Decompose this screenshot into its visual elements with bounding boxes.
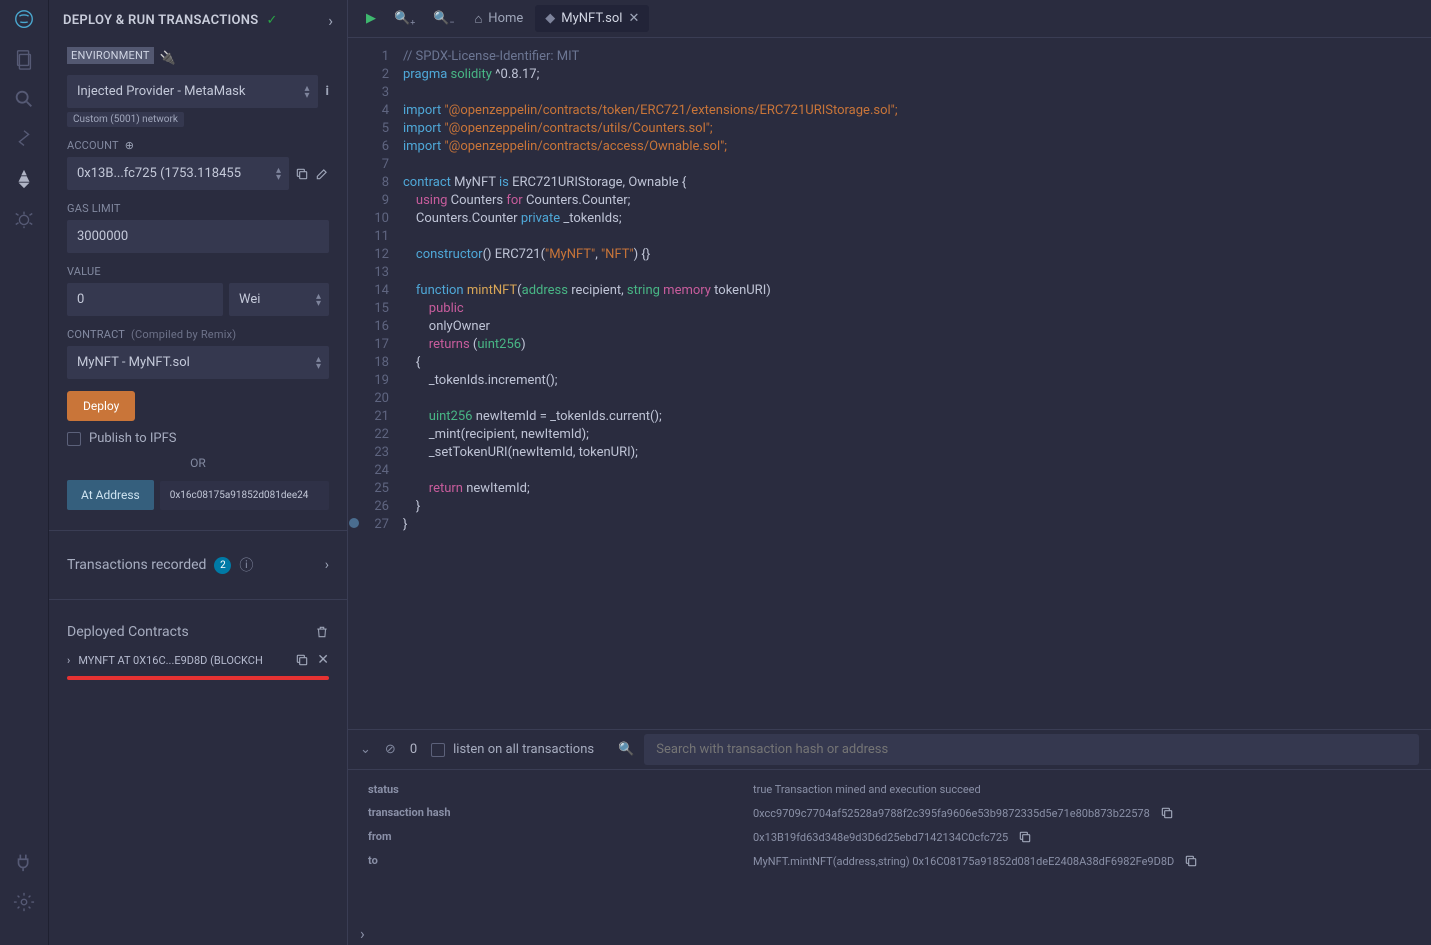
- compiler-icon[interactable]: [13, 128, 35, 150]
- deployed-contract-item[interactable]: › MYNFT AT 0X16C...E9D8D (BLOCKCH ✕: [67, 652, 329, 668]
- breakpoint-marker[interactable]: [349, 518, 359, 528]
- tab-home[interactable]: ⌂ Home: [464, 5, 533, 33]
- contract-select[interactable]: MyNFT - MyNFT.sol: [67, 346, 329, 379]
- value-label: VALUE: [67, 265, 329, 278]
- network-badge: Custom (5001) network: [67, 112, 184, 127]
- value-unit-select[interactable]: Wei: [229, 283, 329, 316]
- account-label: ACCOUNT ⊕: [67, 139, 329, 152]
- terminal-row: statustrue Transaction mined and executi…: [368, 778, 1411, 801]
- tab-file[interactable]: ◆ MyNFT.sol ✕: [535, 5, 649, 32]
- terminal-prompt[interactable]: ›: [348, 922, 1431, 945]
- select-arrows-icon: ▴▾: [305, 85, 310, 99]
- publish-ipfs-checkbox[interactable]: [67, 432, 81, 446]
- run-icon[interactable]: ▶: [358, 7, 384, 30]
- code-content[interactable]: // SPDX-License-Identifier: MITpragma so…: [403, 38, 1431, 729]
- collapse-terminal-icon[interactable]: ⌄: [360, 742, 371, 757]
- terminal-row: from0x13B19fd63d348e9d3D6d25ebd7142134C0…: [368, 825, 1411, 849]
- pending-count: 0: [410, 742, 417, 757]
- close-icon[interactable]: ✕: [317, 652, 329, 668]
- solidity-icon: ◆: [545, 11, 555, 26]
- zoom-out-icon[interactable]: 🔍₋: [425, 7, 462, 30]
- terminal-row: toMyNFT.mintNFT(address,string) 0x16C081…: [368, 849, 1411, 873]
- value-input[interactable]: [67, 283, 223, 316]
- plugin-manager-icon[interactable]: [13, 851, 35, 873]
- editor-area: ▶ 🔍₊ 🔍₋ ⌂ Home ◆ MyNFT.sol ✕ 12345678910…: [348, 0, 1431, 945]
- info-icon[interactable]: i: [326, 84, 329, 99]
- home-icon: ⌂: [474, 11, 482, 27]
- search-icon[interactable]: [13, 88, 35, 110]
- select-arrows-icon: ▴▾: [276, 167, 281, 181]
- gas-limit-label: GAS LIMIT: [67, 202, 329, 215]
- settings-icon[interactable]: [13, 891, 35, 913]
- line-numbers: 1234567891011121314151617181920212223242…: [348, 38, 403, 729]
- zoom-in-icon[interactable]: 🔍₊: [386, 7, 423, 30]
- listen-checkbox[interactable]: [431, 743, 445, 757]
- info-icon[interactable]: ⓘ: [239, 555, 253, 575]
- collapse-icon[interactable]: ›: [328, 11, 333, 30]
- remix-logo-icon[interactable]: [13, 8, 35, 30]
- deploy-panel: DEPLOY & RUN TRANSACTIONS ✓ › ENVIRONMEN…: [49, 0, 348, 945]
- debugger-icon[interactable]: [13, 208, 35, 230]
- at-address-button[interactable]: At Address: [67, 480, 154, 510]
- select-arrows-icon: ▴▾: [316, 293, 321, 307]
- close-tab-icon[interactable]: ✕: [628, 11, 639, 26]
- tab-bar: ▶ 🔍₊ 🔍₋ ⌂ Home ◆ MyNFT.sol ✕: [348, 0, 1431, 38]
- or-text: OR: [67, 456, 329, 470]
- file-explorer-icon[interactable]: [13, 48, 35, 70]
- highlight-underline: [67, 676, 329, 680]
- environment-label: ENVIRONMENT: [67, 47, 154, 64]
- plug-icon: 🔌: [160, 51, 176, 66]
- plus-icon[interactable]: ⊕: [125, 139, 134, 152]
- chevron-right-icon: ›: [325, 557, 329, 573]
- edit-icon[interactable]: [315, 167, 329, 181]
- copy-icon[interactable]: [295, 167, 309, 181]
- listen-label: listen on all transactions: [453, 742, 594, 757]
- copy-icon[interactable]: [1184, 854, 1198, 868]
- deployed-contracts-title: Deployed Contracts: [67, 624, 189, 640]
- copy-icon[interactable]: [1018, 830, 1032, 844]
- publish-ipfs-label: Publish to IPFS: [89, 431, 177, 446]
- search-icon[interactable]: 🔍: [618, 742, 634, 757]
- terminal-output[interactable]: statustrue Transaction mined and executi…: [348, 770, 1431, 922]
- clear-terminal-icon[interactable]: ⊘: [385, 742, 396, 757]
- deploy-button[interactable]: Deploy: [67, 391, 135, 421]
- at-address-input[interactable]: [160, 481, 329, 510]
- environment-select[interactable]: Injected Provider - MetaMask: [67, 75, 318, 108]
- trash-icon[interactable]: [315, 625, 329, 639]
- panel-header: DEPLOY & RUN TRANSACTIONS ✓ ›: [49, 0, 347, 41]
- copy-icon[interactable]: [1160, 806, 1174, 820]
- activity-bar: [0, 0, 49, 945]
- transactions-recorded-row[interactable]: Transactions recorded 2 ⓘ ›: [49, 545, 347, 585]
- gas-limit-input[interactable]: [67, 220, 329, 253]
- select-arrows-icon: ▴▾: [316, 356, 321, 370]
- terminal: ⌄ ⊘ 0 listen on all transactions 🔍 statu…: [348, 729, 1431, 945]
- panel-title: DEPLOY & RUN TRANSACTIONS: [63, 13, 259, 28]
- contract-label: CONTRACT (Compiled by Remix): [67, 328, 329, 341]
- account-select[interactable]: 0x13B...fc725 (1753.118455: [67, 157, 289, 190]
- code-editor[interactable]: 1234567891011121314151617181920212223242…: [348, 38, 1431, 729]
- terminal-toolbar: ⌄ ⊘ 0 listen on all transactions 🔍: [348, 730, 1431, 770]
- deploy-icon[interactable]: [13, 168, 35, 190]
- check-icon: ✓: [267, 13, 278, 28]
- chevron-right-icon: ›: [67, 654, 70, 667]
- tx-count-badge: 2: [214, 557, 231, 574]
- terminal-row: transaction hash0xcc9709c7704af52528a978…: [368, 801, 1411, 825]
- terminal-search-input[interactable]: [644, 734, 1419, 765]
- copy-icon[interactable]: [295, 653, 309, 667]
